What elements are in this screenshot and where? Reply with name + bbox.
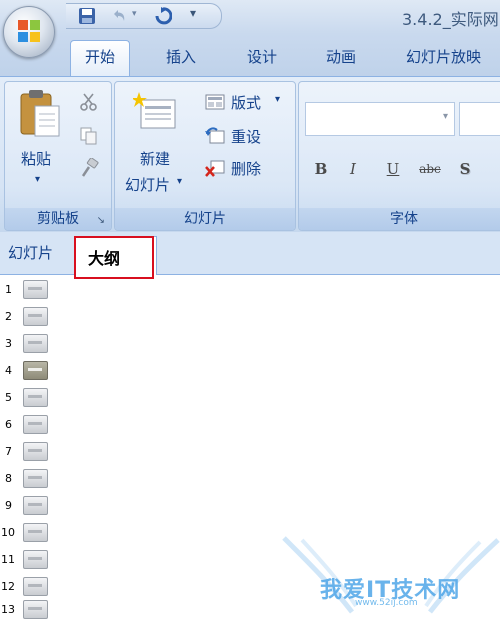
slide-icon[interactable]	[23, 523, 48, 542]
office-button[interactable]	[3, 6, 55, 58]
clipboard-group-label: 剪贴板	[5, 208, 111, 230]
slides-group-title: 幻灯片	[184, 211, 226, 227]
delete-label[interactable]: 删除	[231, 158, 261, 179]
row-number: 10	[1, 526, 15, 539]
new-slide-label-line1[interactable]: 新建	[140, 148, 170, 169]
reset-label[interactable]: 重设	[231, 126, 261, 147]
slide-icon-selected[interactable]	[23, 361, 48, 380]
slide-icon[interactable]	[23, 280, 48, 299]
customize-dropdown-icon[interactable]: ▾	[190, 6, 196, 20]
clipboard-launcher-icon[interactable]: ↘	[97, 215, 105, 226]
outline-row[interactable]: 11	[0, 547, 60, 574]
outline-row[interactable]: 13	[0, 597, 60, 624]
outline-row[interactable]: 6	[0, 412, 60, 439]
slide-icon[interactable]	[23, 442, 48, 461]
slide-icon[interactable]	[23, 307, 48, 326]
tab-slides-pane[interactable]: 幻灯片	[8, 242, 53, 263]
outline-row[interactable]: 1	[0, 277, 60, 304]
tab-insert[interactable]: 插入	[166, 46, 196, 67]
tab-design[interactable]: 设计	[247, 46, 277, 67]
clipboard-group-title: 剪贴板	[37, 211, 79, 227]
slides-group: 新建 幻灯片 ▾ 版式 ▾ 重设 删除 幻灯片	[114, 81, 296, 231]
outline-row[interactable]: 9	[0, 493, 60, 520]
format-painter-icon[interactable]	[79, 158, 99, 178]
slide-icon[interactable]	[23, 469, 48, 488]
outline-row[interactable]: 3	[0, 331, 60, 358]
new-slide-dropdown-icon[interactable]: ▾	[177, 176, 182, 187]
office-logo-icon	[18, 20, 40, 42]
outline-row[interactable]: 2	[0, 304, 60, 331]
underline-button[interactable]: U	[381, 156, 405, 182]
tab-animations[interactable]: 动画	[326, 46, 356, 67]
redo-icon[interactable]	[154, 7, 172, 25]
row-number: 11	[1, 553, 15, 566]
slide-icon[interactable]	[23, 415, 48, 434]
watermark-url: www.52ij.com	[355, 598, 418, 608]
strikethrough-button[interactable]: abc	[413, 156, 447, 182]
undo-dropdown-icon[interactable]: ▾	[132, 9, 137, 19]
row-number: 12	[1, 580, 15, 593]
title-bar: ▾ ▾ 3.4.2_实际网	[0, 0, 500, 34]
row-number: 3	[5, 337, 12, 350]
paste-icon[interactable]	[19, 88, 63, 140]
clipboard-group: 粘贴 ▾ 剪贴板 ↘	[4, 81, 112, 231]
paste-dropdown-icon[interactable]: ▾	[35, 174, 40, 185]
outline-row[interactable]: 4	[0, 358, 60, 385]
row-number: 6	[5, 418, 12, 431]
row-number: 9	[5, 499, 12, 512]
shadow-button[interactable]: S	[453, 156, 477, 182]
new-slide-label-line2[interactable]: 幻灯片	[125, 174, 170, 195]
outline-row[interactable]: 8	[0, 466, 60, 493]
slide-icon[interactable]	[23, 577, 48, 596]
row-number: 4	[5, 364, 12, 377]
slide-icon[interactable]	[23, 334, 48, 353]
undo-icon[interactable]	[110, 7, 128, 25]
paste-label[interactable]: 粘贴	[21, 148, 51, 169]
save-icon[interactable]	[78, 7, 96, 25]
font-size-combo[interactable]	[459, 102, 500, 136]
layout-dropdown-icon[interactable]: ▾	[275, 94, 280, 105]
reset-icon[interactable]	[205, 126, 225, 146]
delete-slide-icon[interactable]	[205, 158, 225, 178]
bold-button[interactable]: B	[309, 156, 333, 182]
outline-row[interactable]: 5	[0, 385, 60, 412]
font-name-combo[interactable]: ▾	[305, 102, 455, 136]
font-group: ▾ B I U abc S 字体	[298, 81, 500, 231]
copy-icon[interactable]	[79, 126, 99, 146]
slide-icon[interactable]	[23, 388, 48, 407]
row-number: 1	[5, 283, 12, 296]
ribbon-tab-row: 开始 插入 设计 动画 幻灯片放映	[0, 34, 500, 77]
slide-icon[interactable]	[23, 600, 48, 619]
cut-icon[interactable]	[79, 92, 99, 112]
ribbon: 粘贴 ▾ 剪贴板 ↘ 新建 幻灯片 ▾ 版式 ▾ 重设 删除 幻灯片 ▾ B I…	[0, 76, 500, 233]
slide-icon[interactable]	[23, 496, 48, 515]
row-number: 2	[5, 310, 12, 323]
tab-slideshow[interactable]: 幻灯片放映	[406, 46, 481, 67]
layout-label[interactable]: 版式	[231, 92, 261, 113]
font-group-label: 字体	[299, 208, 500, 230]
window-title: 3.4.2_实际网	[402, 10, 499, 29]
tab-home[interactable]: 开始	[70, 40, 131, 77]
row-number: 8	[5, 472, 12, 485]
new-slide-icon[interactable]	[133, 92, 177, 132]
font-name-dropdown-icon[interactable]: ▾	[443, 111, 448, 122]
font-group-title: 字体	[390, 211, 418, 227]
layout-icon[interactable]	[205, 92, 225, 112]
row-number: 13	[1, 603, 15, 616]
row-number: 5	[5, 391, 12, 404]
slide-icon[interactable]	[23, 550, 48, 569]
quick-access-toolbar: ▾ ▾	[66, 3, 222, 29]
outline-row[interactable]: 7	[0, 439, 60, 466]
slides-group-label: 幻灯片	[115, 208, 295, 230]
outline-row[interactable]: 10	[0, 520, 60, 547]
outline-tab-highlight	[74, 236, 154, 279]
italic-button[interactable]: I	[341, 156, 365, 182]
row-number: 7	[5, 445, 12, 458]
